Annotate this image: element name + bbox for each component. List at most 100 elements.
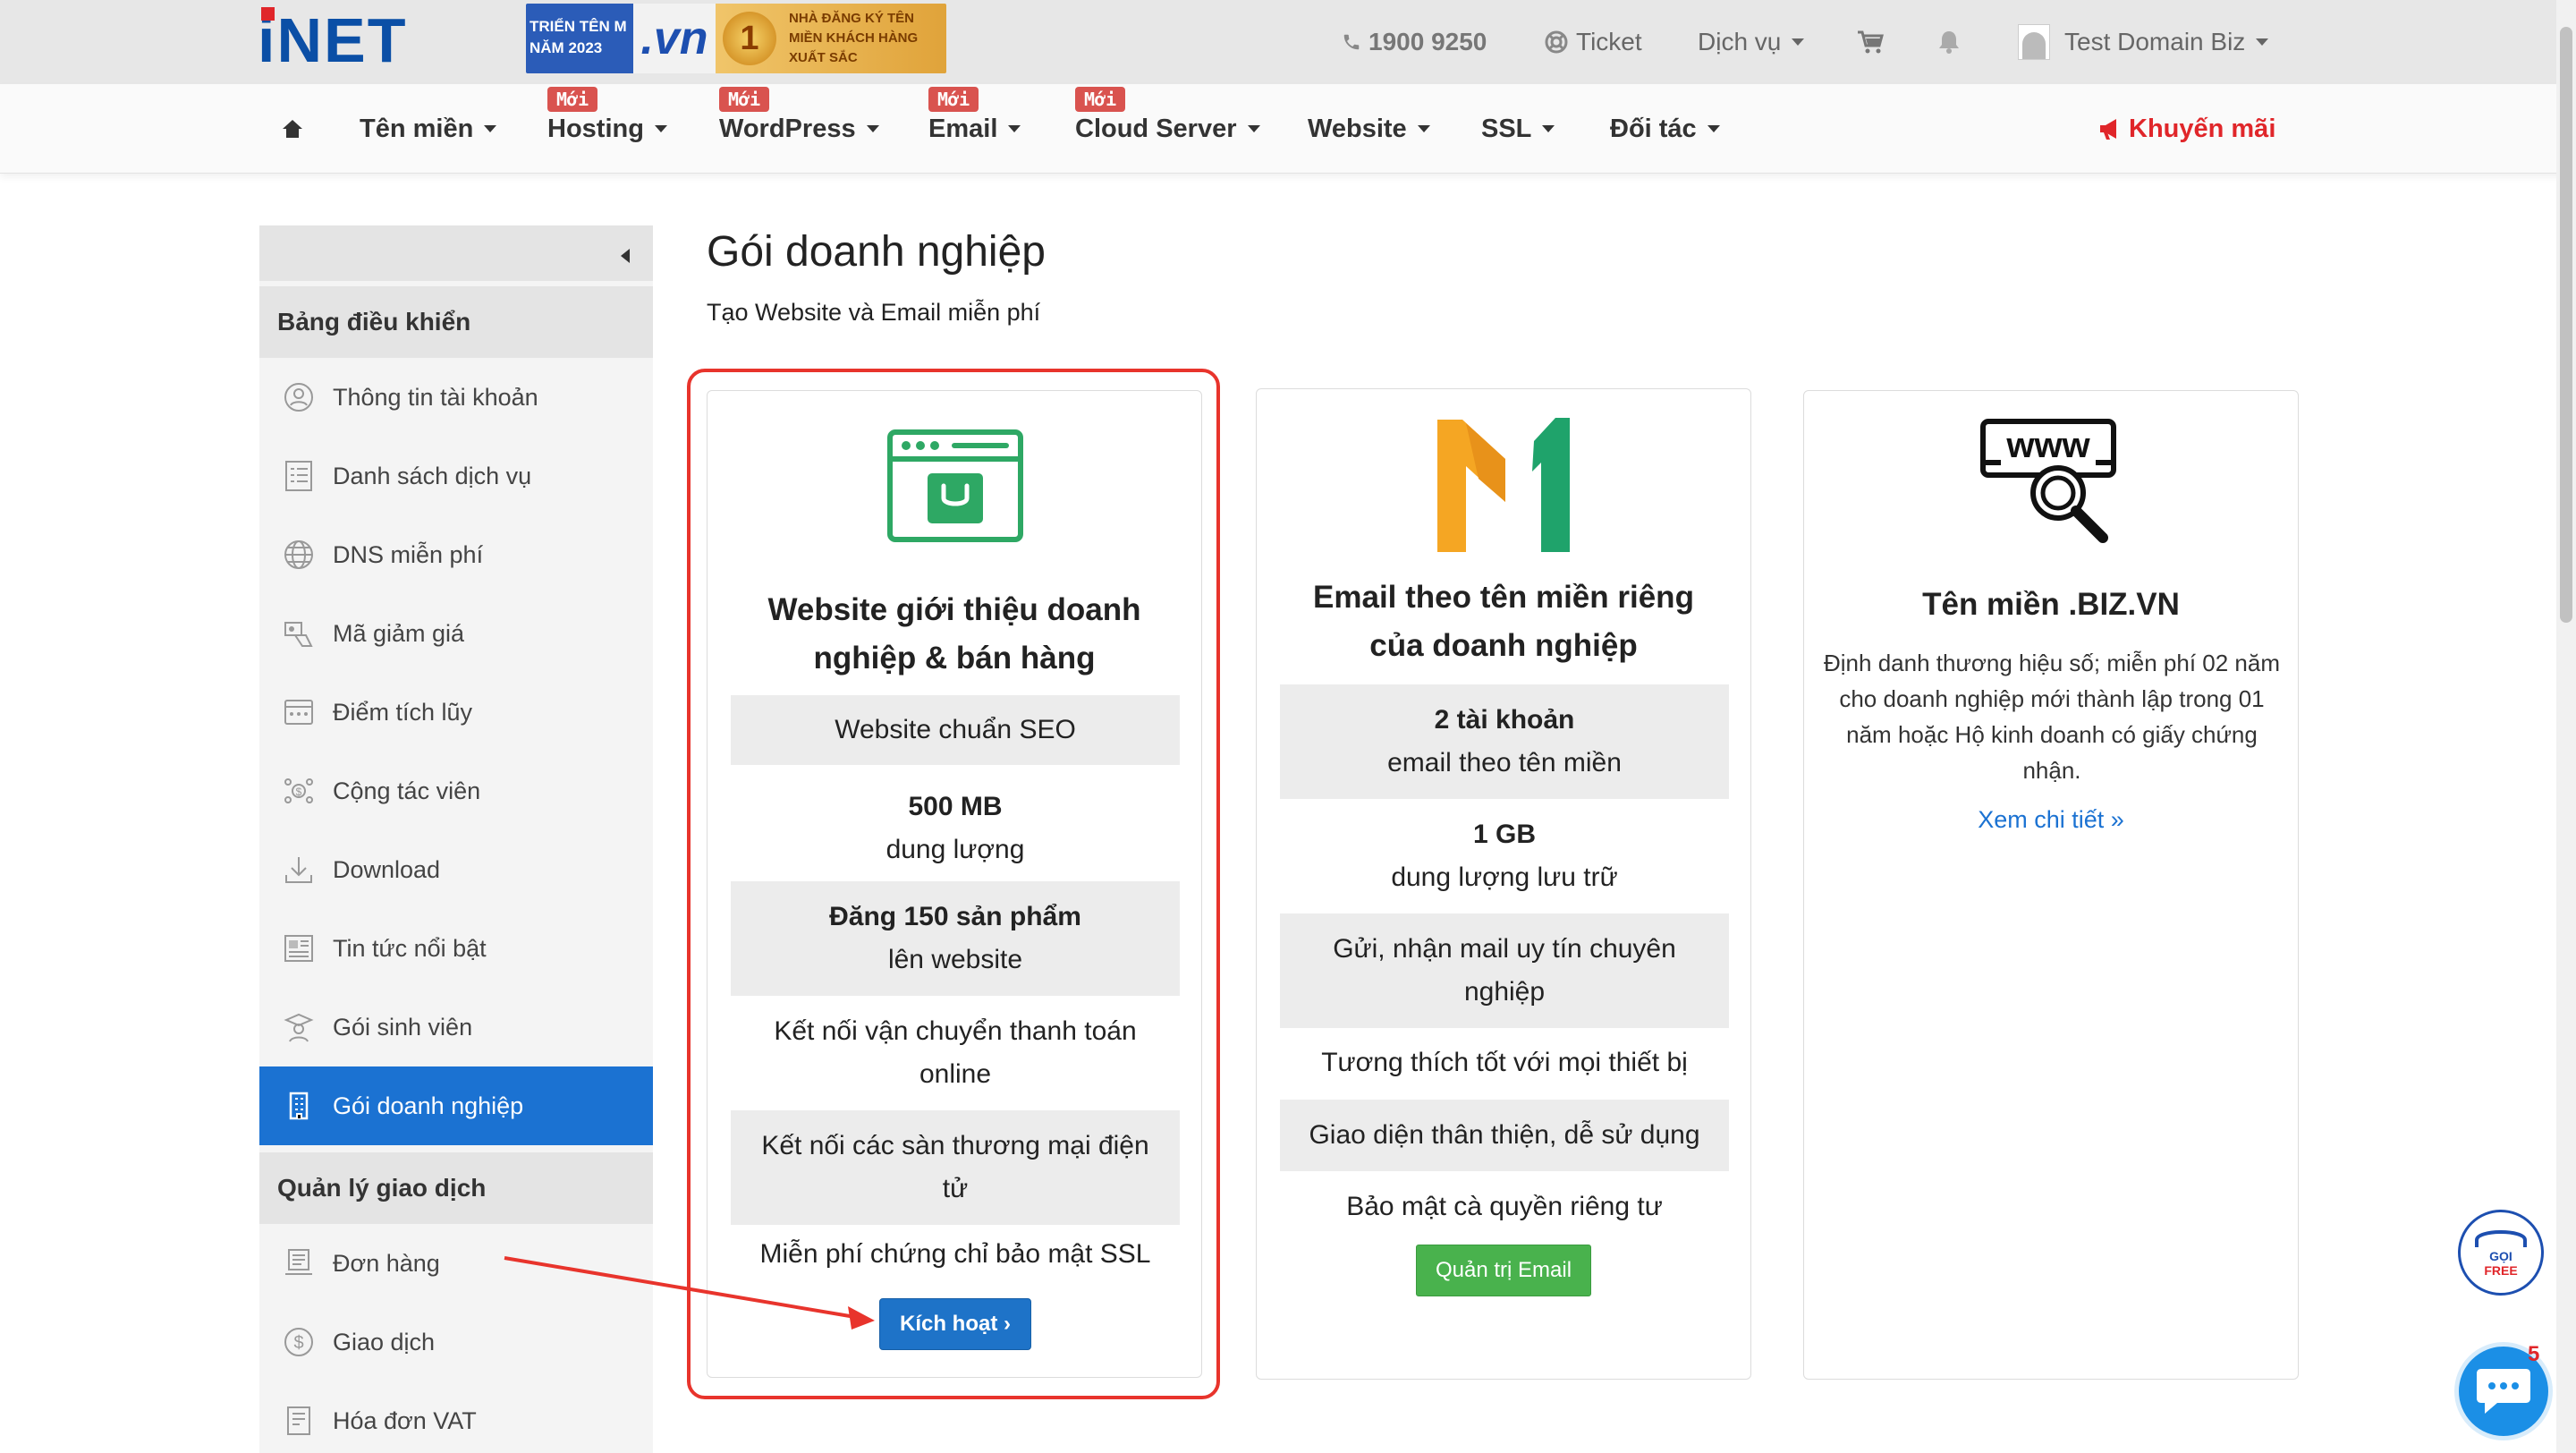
chevron-down-icon: [1008, 125, 1021, 132]
medal-icon: 1: [723, 12, 776, 65]
sidebar-section-dashboard: Bảng điều khiển: [259, 286, 653, 358]
chevron-down-icon: [484, 125, 497, 132]
feature-row: Kết nối các sàn thương mại điện tử: [731, 1110, 1180, 1225]
view-details-link[interactable]: Xem chi tiết »: [1804, 806, 2298, 834]
domain-package-card: www Tên miền .BIZ.VN Định danh thương hi…: [1803, 390, 2299, 1380]
logo-letter-i: i: [258, 5, 277, 75]
card-title-line: Website giới thiệu doanh: [767, 592, 1141, 627]
sidebar-item-label: Cộng tác viên: [333, 777, 481, 804]
cart-button[interactable]: [1857, 0, 1884, 84]
nav-label: Email: [928, 114, 998, 143]
nav-ten-mien[interactable]: Tên miền: [360, 84, 497, 174]
feature-value: 2 tài khoản: [1434, 705, 1575, 735]
nav-wordpress[interactable]: Mới WordPress: [719, 84, 879, 174]
nav-ssl[interactable]: SSL: [1481, 84, 1555, 174]
nav-label: Cloud Server: [1075, 114, 1237, 143]
services-label: Dịch vụ: [1698, 28, 1782, 55]
website-shop-icon: [887, 429, 1023, 542]
chevron-down-icon: [654, 125, 667, 132]
www-search-icon: www: [1980, 419, 2116, 543]
sidebar-item-download[interactable]: Download: [259, 830, 653, 909]
feature-text: Website chuẩn SEO: [835, 715, 1076, 744]
banner-right-text: NHÀ ĐĂNG KÝ TÊN MIỀN KHÁCH HÀNG XUẤT SẮC: [789, 11, 919, 65]
new-badge: Mới: [547, 87, 598, 112]
award-banner[interactable]: TRIỂN TÊN M NĂM 2023 .vn 1 NHÀ ĐĂNG KÝ T…: [526, 4, 946, 73]
feature-row: Miễn phí chứng chỉ bảo mật SSL: [731, 1225, 1180, 1284]
chat-icon: [2477, 1369, 2530, 1414]
user-icon: [281, 379, 317, 415]
call-free-widget[interactable]: GỌI FREE: [2458, 1210, 2544, 1296]
sidebar-item-business-package[interactable]: Gói doanh nghiệp: [259, 1066, 653, 1145]
sidebar-item-vat-invoice[interactable]: Hóa đơn VAT: [259, 1381, 653, 1453]
new-badge: Mới: [719, 87, 770, 112]
nav-website[interactable]: Website: [1308, 84, 1430, 174]
card-title: Tên miền .BIZ.VN: [1922, 587, 2180, 622]
sidebar-item-news[interactable]: Tin tức nổi bật: [259, 909, 653, 988]
chevron-down-icon: [1417, 125, 1430, 132]
svg-text:$: $: [293, 1333, 303, 1353]
sidebar-item-label: Đơn hàng: [333, 1249, 440, 1277]
nav-label: Đối tác: [1610, 114, 1697, 143]
sidebar-item-free-dns[interactable]: DNS miễn phí: [259, 515, 653, 594]
notification-button[interactable]: [1937, 0, 1961, 84]
domain-description: Định danh thương hiệu số; miễn phí 02 nă…: [1824, 650, 2280, 784]
headset-icon: [2475, 1230, 2527, 1247]
sidebar-item-student[interactable]: Gói sinh viên: [259, 988, 653, 1066]
activate-button[interactable]: Kích hoạt ›: [879, 1298, 1031, 1350]
sidebar-item-label: Giao dịch: [333, 1328, 436, 1355]
sidebar-item-service-list[interactable]: Danh sách dịch vụ: [259, 437, 653, 515]
sidebar-item-points[interactable]: Điểm tích lũy: [259, 673, 653, 752]
banner-award: 1 NHÀ ĐĂNG KÝ TÊN MIỀN KHÁCH HÀNG XUẤT S…: [716, 4, 946, 73]
nav-cloud-server[interactable]: Mới Cloud Server: [1075, 84, 1260, 174]
nav-hosting[interactable]: Mới Hosting: [547, 84, 667, 174]
banner-left-text: TRIỂN TÊN M NĂM 2023: [526, 4, 633, 73]
sidebar-item-account-info[interactable]: Thông tin tài khoản: [259, 358, 653, 437]
feature-text: online: [919, 1059, 992, 1089]
sidebar-item-label: Hóa đơn VAT: [333, 1406, 477, 1434]
inet-logo[interactable]: i NET: [258, 7, 407, 72]
feature-text: Miễn phí chứng chỉ bảo mật SSL: [759, 1239, 1151, 1269]
sidebar-item-coupon[interactable]: Mã giảm giá: [259, 594, 653, 673]
nav-home[interactable]: [283, 84, 302, 174]
sidebar-section-transactions: Quản lý giao dịch: [259, 1152, 653, 1224]
sidebar-item-affiliate[interactable]: $ Cộng tác viên: [259, 752, 653, 830]
sidebar-item-orders[interactable]: Đơn hàng: [259, 1224, 653, 1303]
hotline-link[interactable]: 1900 9250: [1342, 0, 1487, 84]
nav-label: Hosting: [547, 114, 644, 143]
feature-text: lên website: [887, 945, 1023, 974]
order-icon: [281, 1245, 317, 1281]
sidebar-item-label: Thông tin tài khoản: [333, 383, 538, 411]
new-badge: Mới: [928, 87, 979, 112]
nav-promotion[interactable]: Khuyến mãi: [2098, 84, 2275, 174]
card-title-line: Email theo tên miền riêng: [1313, 580, 1694, 615]
building-icon: [281, 1088, 317, 1124]
caret-left-icon: [621, 249, 630, 263]
sidebar-collapse-button[interactable]: [259, 225, 653, 286]
manage-email-button[interactable]: Quản trị Email: [1416, 1245, 1591, 1296]
sidebar-item-label: Gói doanh nghiệp: [333, 1092, 524, 1119]
feature-row: Gửi, nhận mail uy tín chuyên nghiệp: [1280, 913, 1729, 1028]
scrollbar-thumb[interactable]: [2560, 27, 2572, 623]
feature-text: tử: [942, 1174, 969, 1203]
services-dropdown[interactable]: Dịch vụ: [1698, 0, 1805, 84]
feature-row: Đăng 150 sản phẩm lên website: [731, 881, 1180, 996]
user-menu[interactable]: Test Domain Biz: [2018, 0, 2269, 84]
website-package-card: Website giới thiệu doanh nghiệp & bán hà…: [707, 390, 1202, 1378]
user-name: Test Domain Biz: [2064, 28, 2246, 55]
ticket-link[interactable]: Ticket: [1544, 0, 1642, 84]
home-icon: [283, 120, 302, 138]
feature-text: Kết nối các sàn thương mại điện: [761, 1131, 1149, 1160]
sidebar-item-label: Điểm tích lũy: [333, 698, 473, 726]
coupon-icon: [281, 616, 317, 651]
chevron-down-icon: [1792, 38, 1805, 46]
page-subtitle: Tạo Website và Email miễn phí: [707, 299, 1041, 326]
feature-row: Website chuẩn SEO: [731, 695, 1180, 765]
logo-letters-net: NET: [276, 5, 408, 75]
nav-doi-tac[interactable]: Đối tác: [1610, 84, 1720, 174]
sidebar-item-label: Tin tức nổi bật: [333, 934, 487, 962]
sidebar-item-transactions[interactable]: $ Giao dịch: [259, 1303, 653, 1381]
feature-text: email theo tên miền: [1387, 748, 1622, 777]
feature-text: Tương thích tốt với mọi thiết bị: [1321, 1048, 1688, 1077]
nav-email[interactable]: Mới Email: [928, 84, 1021, 174]
download-icon: [281, 852, 317, 888]
